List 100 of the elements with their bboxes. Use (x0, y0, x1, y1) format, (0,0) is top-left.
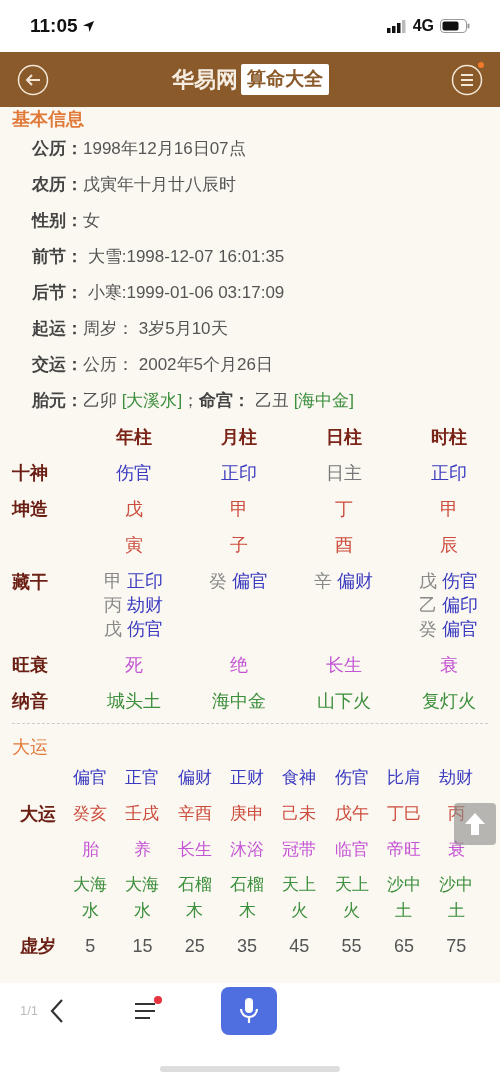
ten-god-text: 伤官 (442, 570, 478, 593)
row-label: 虚岁 (20, 934, 56, 958)
stage-text: 衰 (447, 839, 465, 862)
nayin-text: 山下火 (316, 689, 371, 713)
field-value: 戊寅年十月廿八辰时 (83, 174, 236, 197)
pillar-text: 己未 (282, 803, 317, 826)
age-text: 55 (341, 934, 362, 958)
hidden-stem: 甲 (104, 570, 122, 593)
page-indicator: 1/1 (20, 1002, 40, 1021)
hidden-stem: 丙 (104, 594, 122, 617)
stage-text: 胎 (81, 839, 99, 862)
field-value: [大溪水] (121, 390, 183, 413)
stage-text: 沐浴 (230, 839, 265, 862)
ten-god-text: 比肩 (386, 767, 421, 790)
strength-text: 死 (124, 653, 143, 677)
field-label: 胎元： (32, 390, 83, 413)
ten-god-text: 偏官 (232, 570, 268, 593)
hidden-stem: 乙 (419, 594, 437, 617)
column-header: 日柱 (325, 425, 362, 449)
row-label: 旺衰 (12, 653, 48, 677)
field-value: 女 (83, 210, 100, 233)
ten-god-text: 正官 (125, 767, 160, 790)
location-arrow-icon (81, 19, 95, 33)
ten-god-text: 日主 (325, 461, 362, 485)
ten-god-text: 偏财 (337, 570, 373, 593)
field-value: [海中金] (293, 390, 355, 413)
stem-text: 甲 (439, 497, 458, 521)
branch-text: 酉 (334, 533, 353, 557)
strength-text: 长生 (325, 653, 362, 677)
section-title: 基本信息 (11, 108, 84, 131)
battery-icon (440, 19, 470, 33)
section-badge: 算命大全 (240, 64, 329, 95)
field-label: 后节： (32, 282, 83, 305)
ten-god-text: 偏官 (73, 767, 108, 790)
ten-god-text: 偏印 (442, 594, 478, 617)
field-label: 农历： (32, 174, 83, 197)
back-chevron-icon[interactable] (50, 998, 64, 1024)
nayin-text: 天上火 (333, 874, 370, 922)
voice-button[interactable] (221, 987, 277, 1035)
age-text: 45 (289, 934, 310, 958)
ten-god-text: 偏财 (177, 767, 212, 790)
row-label: 纳音 (12, 689, 48, 713)
up-arrow-icon (464, 812, 486, 836)
ten-god-text: 正财 (230, 767, 265, 790)
field-label: 命宫： (199, 390, 251, 413)
field-value: ； (182, 390, 200, 413)
branch-text: 辰 (439, 533, 458, 557)
ten-god-text: 伤官 (115, 461, 152, 485)
nayin-text: 海中金 (211, 689, 266, 713)
menu-icon[interactable] (451, 63, 483, 96)
field-label: 交运： (32, 354, 83, 377)
list-menu-icon[interactable] (134, 1000, 158, 1022)
nayin-text: 城头土 (106, 689, 161, 713)
branch-text: 子 (229, 533, 248, 557)
stage-text: 临官 (334, 839, 369, 862)
field-value: 乙丑 (253, 390, 290, 413)
field-label: 前节： (32, 246, 83, 269)
field-label: 性别： (32, 210, 83, 233)
age-text: 75 (446, 934, 467, 958)
nayin-text: 天上火 (281, 874, 318, 922)
field-value: 1998年12月16日07点 (83, 138, 246, 161)
nayin-text: 大海水 (72, 874, 109, 922)
hidden-stem: 癸 (209, 570, 227, 593)
age-text: 15 (132, 934, 153, 958)
field-value: 小寒:1999-01-06 03:17:09 (86, 282, 285, 305)
ten-god-text: 伤官 (127, 618, 163, 641)
stem-text: 甲 (229, 497, 248, 521)
age-text: 65 (393, 934, 414, 958)
strength-text: 衰 (439, 653, 458, 677)
stem-text: 戊 (124, 497, 143, 521)
strength-text: 绝 (229, 653, 248, 677)
ten-god-text: 劫财 (439, 767, 474, 790)
pillar-text: 庚申 (230, 803, 265, 826)
back-icon[interactable] (17, 63, 49, 96)
hidden-stem: 癸 (419, 618, 437, 641)
status-time: 11:05 (30, 13, 78, 38)
hidden-stem: 戊 (419, 570, 437, 593)
ten-god-text: 正印 (430, 461, 467, 485)
age-text: 5 (85, 934, 96, 958)
hidden-stem: 辛 (314, 570, 332, 593)
age-text: 35 (237, 934, 258, 958)
ten-god-text: 正印 (127, 570, 163, 593)
network-label: 4G (412, 16, 434, 36)
column-header: 月柱 (220, 425, 257, 449)
pillar-text: 丁巳 (386, 803, 421, 826)
age-text: 25 (184, 934, 205, 958)
stage-text: 冠带 (282, 839, 317, 862)
row-label: 藏干 (12, 572, 48, 592)
stage-text: 长生 (177, 839, 212, 862)
ten-god-text: 伤官 (334, 767, 369, 790)
stem-text: 丁 (334, 497, 353, 521)
row-label: 十神 (12, 461, 48, 485)
stage-text: 帝旺 (386, 839, 421, 862)
field-value: 周岁： 3岁5月10天 (83, 318, 228, 341)
ten-god-text: 正印 (220, 461, 257, 485)
nayin-text: 石榴木 (229, 874, 266, 922)
nayin-text: 沙中土 (438, 874, 475, 922)
site-title: 华易网 (171, 66, 238, 94)
ten-god-text: 食神 (282, 767, 317, 790)
pillar-text: 戊午 (334, 803, 369, 826)
